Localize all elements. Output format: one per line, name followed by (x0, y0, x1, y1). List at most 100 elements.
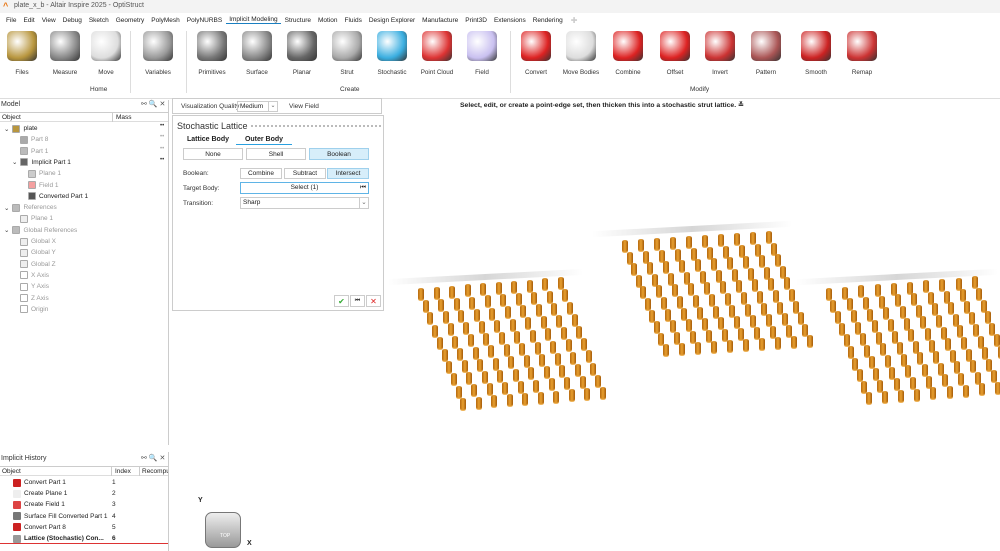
menu-polynurbs[interactable]: PolyNURBS (184, 17, 225, 24)
menu-edit[interactable]: Edit (20, 17, 37, 24)
ribbon-measure-button[interactable]: Measure (43, 29, 87, 76)
column-object[interactable]: Object (2, 468, 21, 475)
history-row[interactable]: Create Plane 1 2 (13, 488, 163, 499)
ribbon-convert-button[interactable]: Convert (514, 29, 558, 76)
ribbon-field-button[interactable]: Field (460, 29, 504, 76)
ribbon-move-bodies-button[interactable]: Move Bodies (559, 29, 603, 76)
tree-item[interactable]: Global Y (20, 247, 56, 258)
more-icon[interactable]: •• (160, 157, 164, 163)
lattice-strut (726, 340, 733, 354)
view-cube[interactable]: TOP (205, 512, 241, 548)
menu-geometry[interactable]: Geometry (113, 17, 148, 24)
view-field-button[interactable]: View Field (289, 103, 319, 110)
tree-item-icon (20, 158, 29, 167)
chevron-down-icon[interactable]: ⌄ (12, 158, 17, 166)
menu-implicit-modeling[interactable]: Implicit Modeling (226, 16, 281, 24)
panel-tools-icon[interactable]: ⚯ 🔍 ✕ (141, 454, 165, 462)
tree-item[interactable]: ⌄ Global References (4, 225, 77, 236)
tree-item[interactable]: Global Z (20, 259, 56, 270)
ribbon-label: Invert (712, 69, 728, 76)
menu-manufacture[interactable]: Manufacture (419, 17, 461, 24)
menu-debug[interactable]: Debug (60, 17, 85, 24)
chevron-down-icon[interactable]: ⌄ (4, 226, 9, 234)
more-icon[interactable]: •• (160, 123, 164, 129)
tree-item[interactable]: Global X (20, 236, 56, 247)
lattice-strut (467, 334, 474, 348)
more-icon[interactable]: •• (160, 134, 164, 140)
tree-item[interactable]: Part 8 (20, 134, 48, 145)
chevron-down-icon[interactable]: ⌄ (4, 125, 9, 133)
lattice-strut (515, 293, 522, 306)
ribbon-files-button[interactable]: Files (0, 29, 44, 76)
ribbon-surface-button[interactable]: Surface (235, 29, 279, 76)
menu-polymesh[interactable]: PolyMesh (148, 17, 183, 24)
lattice-strut (473, 308, 480, 322)
lattice-strut (923, 280, 930, 294)
ribbon-pattern-button[interactable]: Pattern (744, 29, 788, 76)
history-row[interactable]: Create Field 1 3 (13, 499, 163, 510)
menu-motion[interactable]: Motion (315, 17, 341, 24)
history-row[interactable]: Convert Part 8 5 (13, 522, 163, 533)
lattice-strut (750, 232, 756, 245)
tree-item[interactable]: Plane 1 (28, 168, 61, 179)
column-object[interactable]: Object (2, 114, 21, 121)
history-row[interactable]: Convert Part 1 1 (13, 477, 163, 488)
ribbon-variables-button[interactable]: Variables (136, 29, 180, 76)
tree-item-label: Origin (31, 305, 49, 313)
tree-item[interactable]: Converted Part 1 (28, 191, 88, 202)
column-index[interactable]: Index (111, 467, 131, 476)
lattice-strut (710, 341, 717, 355)
tree-item[interactable]: X Axis (20, 270, 49, 281)
column-recompute[interactable]: Recompu (139, 467, 168, 476)
tree-item[interactable]: Y Axis (20, 281, 49, 292)
lattice-strut (631, 263, 637, 277)
history-item-name: Surface Fill Converted Part 1 (24, 512, 108, 520)
ribbon-smooth-button[interactable]: Smooth (794, 29, 838, 76)
ribbon-stochastic-button[interactable]: Stochastic (370, 29, 414, 76)
tree-item[interactable]: ⌄ plate (4, 123, 38, 134)
app-logo-icon: ^ (3, 1, 9, 11)
ribbon-offset-button[interactable]: Offset (653, 29, 697, 76)
3d-viewport[interactable] (170, 112, 1000, 551)
menu-rendering[interactable]: Rendering (530, 17, 566, 24)
column-mass[interactable]: Mass (112, 113, 132, 122)
ribbon-strut-button[interactable]: Strut (325, 29, 369, 76)
tree-item[interactable]: Part 1 (20, 146, 48, 157)
menu-structure[interactable]: Structure (282, 17, 314, 24)
ribbon-label: Point Cloud (420, 69, 454, 76)
add-tab-icon[interactable]: ✚ (571, 16, 578, 25)
menu-print3d[interactable]: Print3D (462, 17, 490, 24)
chevron-down-icon[interactable]: ⌄ (4, 204, 9, 212)
implicit-history-panel: Implicit History ⚯ 🔍 ✕ Object Index Reco… (0, 452, 169, 551)
collapse-chevron-icon[interactable]: ≚ (738, 102, 744, 109)
model-panel: Model ⚯ 🔍 ✕ Object Mass ⌄ plate •• Part 8 ••… (0, 100, 169, 445)
menu-sketch[interactable]: Sketch (86, 17, 112, 24)
ribbon-combine-button[interactable]: Combine (606, 29, 650, 76)
tree-item[interactable]: ⌄ References (4, 202, 57, 213)
rollback-marker[interactable] (0, 543, 168, 544)
tree-item[interactable]: Z Axis (20, 293, 49, 304)
ribbon-remap-button[interactable]: Remap (840, 29, 884, 76)
invert-icon (705, 31, 735, 61)
menu-file[interactable]: File (3, 17, 19, 24)
tree-item-icon (12, 226, 21, 235)
ribbon-label: Combine (615, 69, 641, 76)
menu-design-explorer[interactable]: Design Explorer (366, 17, 418, 24)
ribbon-point-cloud-button[interactable]: Point Cloud (415, 29, 459, 76)
more-icon[interactable]: •• (160, 146, 164, 152)
ribbon-invert-button[interactable]: Invert (698, 29, 742, 76)
ribbon-planar-button[interactable]: Planar (280, 29, 324, 76)
viz-quality-select[interactable]: Medium ⌄ (237, 101, 278, 112)
menu-extensions[interactable]: Extensions (491, 17, 529, 24)
tree-item[interactable]: Plane 1 (20, 213, 53, 224)
lattice-strut (702, 235, 708, 248)
history-row[interactable]: Surface Fill Converted Part 1 4 (13, 511, 163, 522)
ribbon-move-button[interactable]: Move (84, 29, 128, 76)
panel-tools-icon[interactable]: ⚯ 🔍 ✕ (141, 100, 165, 108)
tree-item[interactable]: ⌄ Implicit Part 1 (12, 157, 71, 168)
menu-view[interactable]: View (39, 17, 59, 24)
menu-fluids[interactable]: Fluids (342, 17, 365, 24)
tree-item[interactable]: Field 1 (28, 180, 59, 191)
tree-item[interactable]: Origin (20, 304, 48, 315)
ribbon-primitives-button[interactable]: Primitives (190, 29, 234, 76)
